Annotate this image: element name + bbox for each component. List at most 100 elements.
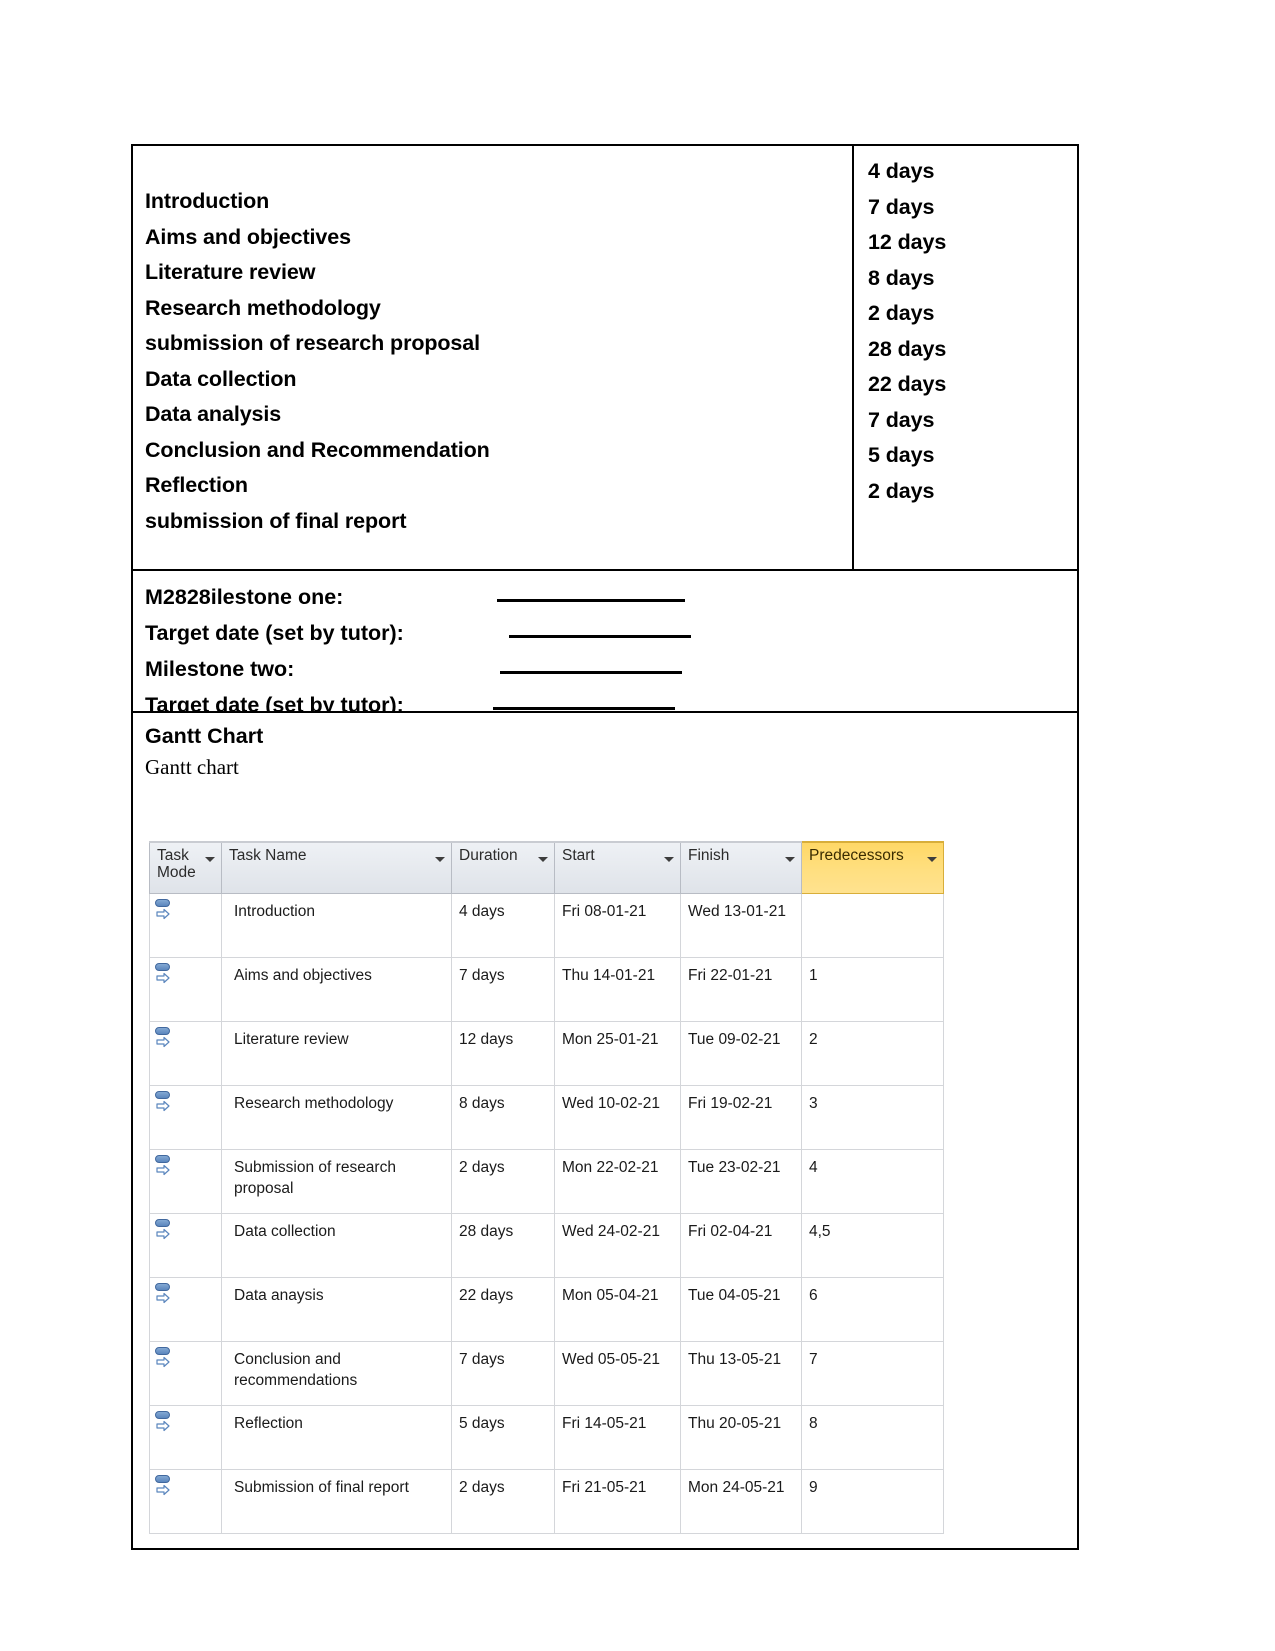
table-row[interactable]: Literature review 12 days Mon 25-01-21 T… [149,1021,944,1086]
milestone-row: M2828ilestone one: [145,579,1077,615]
cell-finish[interactable]: Thu 20-05-21 [680,1405,802,1470]
column-header-duration[interactable]: Duration [451,841,555,894]
cell-predecessors[interactable]: 2 [801,1021,944,1086]
table-row[interactable]: Data collection 28 days Wed 24-02-21 Fri… [149,1213,944,1278]
cell-start[interactable]: Mon 22-02-21 [554,1149,681,1214]
cell-duration[interactable]: 7 days [451,957,555,1022]
cell-finish[interactable]: Fri 22-01-21 [680,957,802,1022]
schedule-duration-value: 22 days [868,372,947,396]
column-header-predecessors[interactable]: Predecessors [801,841,944,894]
chevron-down-icon[interactable] [927,857,937,862]
cell-task-name[interactable]: Aims and objectives [221,957,452,1022]
cell-duration[interactable]: 2 days [451,1469,555,1534]
cell-duration[interactable]: 12 days [451,1021,555,1086]
document-outer-frame: Introduction Aims and objectives Literat… [131,144,1079,1550]
table-row[interactable]: Submission of research proposal 2 days M… [149,1149,944,1214]
chevron-down-icon[interactable] [538,857,548,862]
cell-start[interactable]: Fri 21-05-21 [554,1469,681,1534]
cell-predecessors[interactable]: 1 [801,957,944,1022]
milestone-one-target-date-blank[interactable] [509,617,691,638]
manually-scheduled-task-icon [154,899,174,923]
cell-task-mode[interactable] [149,1405,222,1470]
cell-task-mode[interactable] [149,1277,222,1342]
document-page: Introduction Aims and objectives Literat… [0,0,1275,1651]
gantt-grid-header-row: Task Mode Task Name Duration Start Finis… [149,841,944,894]
cell-predecessors[interactable]: 9 [801,1469,944,1534]
cell-finish[interactable]: Fri 19-02-21 [680,1085,802,1150]
cell-task-name[interactable]: Data collection [221,1213,452,1278]
cell-predecessors[interactable]: 3 [801,1085,944,1150]
cell-finish[interactable]: Tue 09-02-21 [680,1021,802,1086]
cell-task-name[interactable]: Research methodology [221,1085,452,1150]
schedule-task-name: Aims and objectives [145,224,352,249]
milestone-two-target-date-blank[interactable] [493,689,675,710]
table-row[interactable]: Reflection 5 days Fri 14-05-21 Thu 20-05… [149,1405,944,1470]
table-row[interactable]: Data anaysis 22 days Mon 05-04-21 Tue 04… [149,1277,944,1342]
table-row[interactable]: Conclusion and recommendations 7 days We… [149,1341,944,1406]
table-row[interactable]: Aims and objectives 7 days Thu 14-01-21 … [149,957,944,1022]
cell-task-mode[interactable] [149,1213,222,1278]
table-row[interactable]: Submission of final report 2 days Fri 21… [149,1469,944,1534]
cell-task-name[interactable]: Literature review [221,1021,452,1086]
column-header-task-name[interactable]: Task Name [221,841,452,894]
schedule-duration-value: 7 days [868,407,935,432]
cell-duration[interactable]: 4 days [451,893,555,958]
chevron-down-icon[interactable] [664,857,674,862]
cell-finish[interactable]: Tue 04-05-21 [680,1277,802,1342]
cell-predecessors[interactable]: 4 [801,1149,944,1214]
cell-finish[interactable]: Fri 02-04-21 [680,1213,802,1278]
cell-task-name[interactable]: Data anaysis [221,1277,452,1342]
column-header-finish[interactable]: Finish [680,841,802,894]
column-header-predecessors-label: Predecessors [809,847,904,864]
cell-predecessors[interactable]: 7 [801,1341,944,1406]
milestone-two-blank[interactable] [500,653,682,674]
cell-duration[interactable]: 22 days [451,1277,555,1342]
cell-predecessors[interactable]: 8 [801,1405,944,1470]
gantt-heading: Gantt Chart [145,724,264,748]
manually-scheduled-task-icon [154,1219,174,1243]
cell-task-mode[interactable] [149,1469,222,1534]
cell-task-name[interactable]: Introduction [221,893,452,958]
cell-start[interactable]: Mon 25-01-21 [554,1021,681,1086]
milestone-one-blank[interactable] [497,581,685,602]
cell-duration[interactable]: 2 days [451,1149,555,1214]
cell-finish[interactable]: Tue 23-02-21 [680,1149,802,1214]
cell-task-name[interactable]: Conclusion and recommendations [221,1341,452,1406]
cell-predecessors[interactable]: 6 [801,1277,944,1342]
cell-task-mode[interactable] [149,1021,222,1086]
column-header-task-mode[interactable]: Task Mode [149,841,222,894]
cell-duration[interactable]: 5 days [451,1405,555,1470]
chevron-down-icon[interactable] [205,857,215,862]
cell-start[interactable]: Thu 14-01-21 [554,957,681,1022]
cell-duration[interactable]: 28 days [451,1213,555,1278]
cell-duration[interactable]: 7 days [451,1341,555,1406]
column-header-start[interactable]: Start [554,841,681,894]
cell-predecessors[interactable] [801,893,944,958]
cell-finish[interactable]: Wed 13-01-21 [680,893,802,958]
cell-task-mode[interactable] [149,1085,222,1150]
cell-task-name[interactable]: Reflection [221,1405,452,1470]
cell-task-mode[interactable] [149,1341,222,1406]
cell-task-mode[interactable] [149,893,222,958]
table-row[interactable]: Introduction 4 days Fri 08-01-21 Wed 13-… [149,893,944,958]
cell-task-name[interactable]: Submission of final report [221,1469,452,1534]
cell-task-mode[interactable] [149,1149,222,1214]
cell-start[interactable]: Wed 24-02-21 [554,1213,681,1278]
manually-scheduled-task-icon [154,1155,174,1179]
cell-start[interactable]: Wed 05-05-21 [554,1341,681,1406]
cell-finish[interactable]: Mon 24-05-21 [680,1469,802,1534]
schedule-duration-value: 28 days [868,336,947,361]
cell-start[interactable]: Fri 14-05-21 [554,1405,681,1470]
cell-predecessors[interactable]: 4,5 [801,1213,944,1278]
milestone-row: Target date (set by tutor): [145,615,1077,651]
cell-task-name[interactable]: Submission of research proposal [221,1149,452,1214]
chevron-down-icon[interactable] [435,857,445,862]
chevron-down-icon[interactable] [785,857,795,862]
cell-start[interactable]: Wed 10-02-21 [554,1085,681,1150]
cell-finish[interactable]: Thu 13-05-21 [680,1341,802,1406]
cell-start[interactable]: Fri 08-01-21 [554,893,681,958]
cell-duration[interactable]: 8 days [451,1085,555,1150]
table-row[interactable]: Research methodology 8 days Wed 10-02-21… [149,1085,944,1150]
cell-start[interactable]: Mon 05-04-21 [554,1277,681,1342]
cell-task-mode[interactable] [149,957,222,1022]
